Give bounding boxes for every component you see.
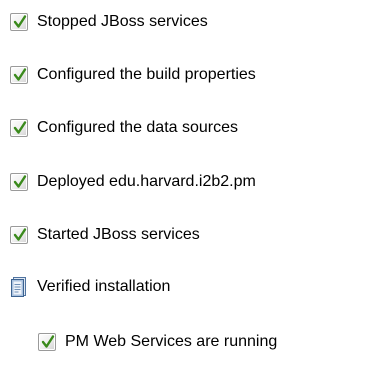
checkbox-checked-icon[interactable]: [10, 119, 28, 137]
checklist-item-label: Configured the build properties: [37, 66, 256, 83]
checklist-item-verified-installation: Verified installation: [10, 275, 170, 299]
checklist-item-configured-data-sources: Configured the data sources: [10, 116, 238, 140]
checkbox-checked-icon[interactable]: [10, 173, 28, 191]
checkbox-checked-icon[interactable]: [10, 66, 28, 84]
checklist-item-label: Verified installation: [37, 278, 171, 295]
checklist-item-deployed-pm: Deployed edu.harvard.i2b2.pm: [10, 170, 256, 194]
checklist-item-started-jboss: Started JBoss services: [10, 223, 200, 247]
checklist-subitem-pm-web-services: PM Web Services are running: [38, 330, 277, 354]
checklist-item-configured-build-properties: Configured the build properties: [10, 63, 256, 87]
checklist-item-label: Stopped JBoss services: [37, 13, 208, 30]
document-clipboard-icon: [10, 276, 28, 298]
checkbox-checked-icon[interactable]: [38, 333, 56, 351]
checkbox-checked-icon[interactable]: [10, 13, 28, 31]
checklist-item-label: Configured the data sources: [37, 119, 239, 136]
checklist-item-label: Started JBoss services: [37, 226, 200, 243]
checklist-item-stopped-jboss: Stopped JBoss services: [10, 10, 208, 34]
checklist-item-label: Deployed edu.harvard.i2b2.pm: [37, 173, 256, 190]
checklist-item-label: PM Web Services are running: [65, 333, 278, 350]
checkbox-checked-icon[interactable]: [10, 226, 28, 244]
